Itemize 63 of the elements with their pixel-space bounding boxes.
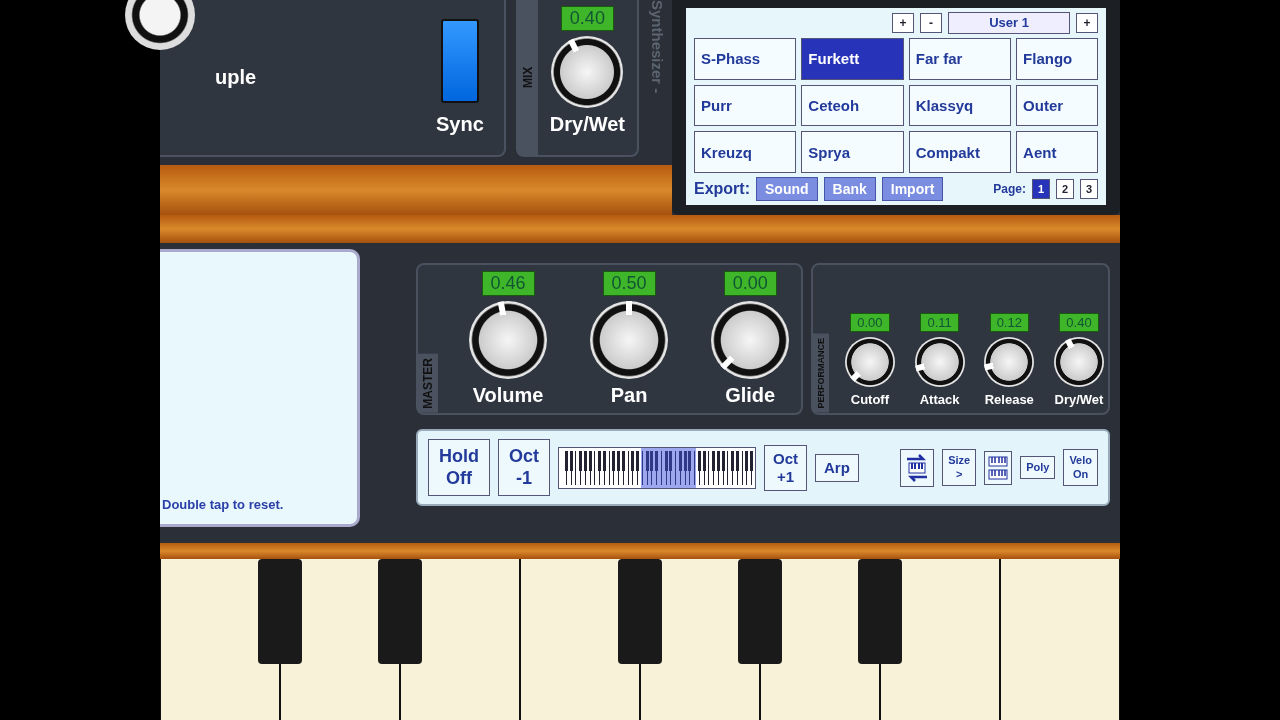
arp-button[interactable]: Arp <box>815 453 859 482</box>
octave-up-button[interactable]: Oct +1 <box>764 444 808 491</box>
value-display: 0.11 <box>920 313 959 332</box>
value-display: 0.00 <box>850 313 890 332</box>
value-display: 0.00 <box>723 271 777 296</box>
knob-label: Dry/Wet <box>1054 392 1104 407</box>
switch-label: Sync <box>435 113 484 136</box>
value-display: 0.40 <box>1059 313 1099 332</box>
knob-label: Cutoff <box>850 392 890 407</box>
knob-label: Release <box>984 392 1034 407</box>
poly-button[interactable]: Poly <box>1020 456 1056 480</box>
double-keyboard-icon <box>988 454 1009 481</box>
value-display: 0.40 <box>560 6 614 31</box>
knob[interactable] <box>125 0 195 50</box>
brand-label: Synthesizer - <box>649 0 666 96</box>
sync-switch[interactable] <box>440 19 479 103</box>
layout-button[interactable] <box>984 450 1013 485</box>
bank-name-field[interactable]: User 1 <box>948 12 1070 34</box>
knob[interactable] <box>984 337 1035 387</box>
preset-button[interactable]: Outer <box>1016 84 1098 127</box>
keyboard-range-slider[interactable] <box>558 446 756 489</box>
piano-keyboard-drawing[interactable] <box>160 559 1120 720</box>
preset-button[interactable]: Kreuzq <box>694 131 797 173</box>
swap-button[interactable] <box>900 448 935 487</box>
knob[interactable] <box>844 337 895 387</box>
remove-button[interactable]: - <box>920 13 942 33</box>
knob-label: uple <box>215 66 257 89</box>
preset-button[interactable]: Far far <box>908 38 1012 80</box>
knob-label: Pan <box>610 384 648 407</box>
knob[interactable] <box>1053 337 1104 387</box>
add-button[interactable]: + <box>1076 13 1098 33</box>
page-button[interactable]: 1 <box>1032 179 1050 199</box>
hold-button[interactable]: Hold Off <box>428 439 490 497</box>
value-display: 0.50 <box>602 271 656 296</box>
value-display: 0.46 <box>481 271 535 296</box>
knob-label: Attack <box>919 392 960 407</box>
knob-label: Dry/Wet <box>549 113 625 136</box>
octave-down-button[interactable]: Oct -1 <box>498 439 550 497</box>
knob-label: Volume <box>472 384 544 407</box>
hint-text: Double tap to reset. <box>162 497 284 512</box>
export-label: Export: <box>694 180 750 198</box>
add-button[interactable]: + <box>892 13 914 33</box>
preset-button[interactable]: Ceteoh <box>801 84 904 127</box>
knob[interactable] <box>914 337 965 387</box>
velocity-button[interactable]: Velo On <box>1063 449 1098 486</box>
preset-button[interactable]: Furkett <box>801 38 904 80</box>
preset-button[interactable]: Compakt <box>908 131 1012 173</box>
preset-button[interactable]: S-Phass <box>694 38 797 80</box>
preset-button[interactable]: Klassyq <box>908 84 1012 127</box>
section-label: MASTER <box>418 354 438 413</box>
size-button[interactable]: Size > <box>942 449 977 486</box>
range-highlight[interactable] <box>641 447 697 488</box>
knob-label: Glide <box>725 384 776 407</box>
preset-button[interactable]: Sprya <box>801 131 904 173</box>
value-display: 0.12 <box>989 313 1029 332</box>
section-label: MIX <box>517 0 538 155</box>
preset-button[interactable]: Aent <box>1016 131 1098 173</box>
page-button[interactable]: 3 <box>1080 179 1098 199</box>
page-button[interactable]: 2 <box>1056 179 1074 199</box>
page-label: Page: <box>993 182 1026 196</box>
preset-button[interactable]: Purr <box>694 84 797 127</box>
section-label: PERFORMANCE <box>813 334 830 413</box>
preset-button[interactable]: Flango <box>1016 38 1098 80</box>
